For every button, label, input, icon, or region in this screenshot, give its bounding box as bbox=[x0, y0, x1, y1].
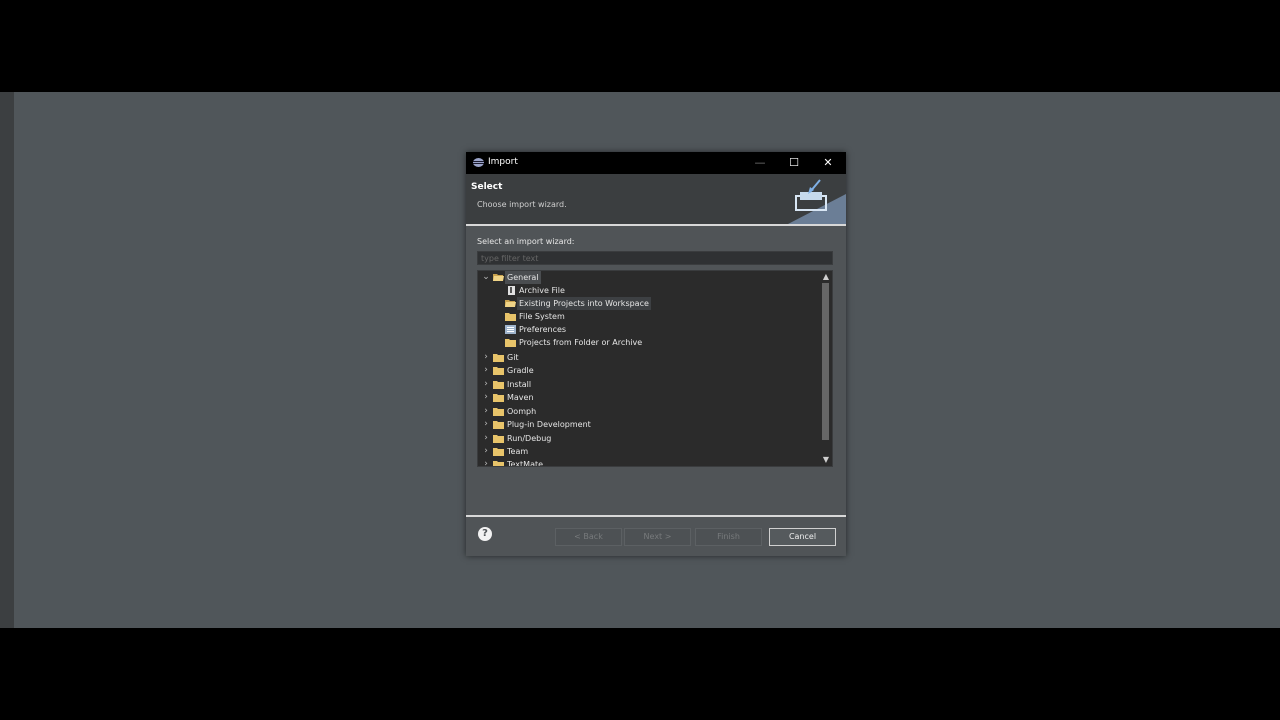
folder-icon bbox=[493, 448, 504, 456]
cancel-button[interactable]: Cancel bbox=[769, 528, 836, 546]
scroll-up-icon[interactable]: ▲ bbox=[820, 271, 832, 283]
chevron-right-icon[interactable]: › bbox=[481, 405, 491, 418]
folder-icon bbox=[505, 313, 516, 321]
tree-item-run-debug[interactable]: › Run/Debug bbox=[478, 432, 820, 445]
close-button[interactable]: ✕ bbox=[811, 152, 845, 174]
wizard-banner: Select Choose import wizard. bbox=[466, 174, 846, 224]
workbench-left-edge bbox=[0, 92, 14, 628]
tree-item-label: Install bbox=[507, 380, 532, 389]
tree-item-label: General bbox=[505, 271, 541, 284]
banner-separator bbox=[466, 224, 846, 226]
wizard-page-description: Choose import wizard. bbox=[477, 200, 567, 209]
help-button[interactable]: ? bbox=[478, 527, 492, 541]
chevron-right-icon[interactable]: › bbox=[481, 364, 491, 377]
tree-item-gradle[interactable]: › Gradle bbox=[478, 364, 820, 377]
folder-icon bbox=[493, 367, 504, 375]
tree-item-archive-file[interactable]: Archive File bbox=[478, 284, 820, 297]
wizard-tree[interactable]: ⌄ General Archive File Existing Projects… bbox=[477, 270, 833, 467]
chevron-right-icon[interactable]: › bbox=[481, 391, 491, 404]
eclipse-app-icon bbox=[473, 158, 484, 167]
finish-button[interactable]: Finish bbox=[695, 528, 762, 546]
tree-item-team[interactable]: › Team bbox=[478, 445, 820, 458]
tree-item-label: Team bbox=[507, 447, 529, 456]
tree-item-general[interactable]: ⌄ General bbox=[478, 271, 820, 284]
tree-item-oomph[interactable]: › Oomph bbox=[478, 405, 820, 418]
tree-item-existing-projects[interactable]: Existing Projects into Workspace bbox=[478, 297, 820, 310]
folder-icon bbox=[493, 408, 504, 416]
filter-label: Select an import wizard: bbox=[477, 237, 575, 246]
tree-item-label: Maven bbox=[507, 393, 534, 402]
chevron-right-icon[interactable]: › bbox=[481, 418, 491, 431]
tree-item-install[interactable]: › Install bbox=[478, 378, 820, 391]
scroll-down-icon[interactable]: ▼ bbox=[820, 454, 832, 466]
tree-item-label: Archive File bbox=[519, 286, 565, 295]
tree-item-label: Oomph bbox=[507, 407, 537, 416]
filter-text-input[interactable] bbox=[477, 251, 833, 265]
archive-file-icon bbox=[508, 286, 515, 295]
chevron-right-icon[interactable]: › bbox=[481, 351, 491, 364]
folder-icon bbox=[493, 394, 504, 402]
minimize-button[interactable]: — bbox=[743, 152, 777, 174]
folder-icon bbox=[493, 421, 504, 429]
tree-item-label: Plug-in Development bbox=[507, 420, 591, 429]
folder-icon bbox=[493, 354, 504, 362]
next-button[interactable]: Next > bbox=[624, 528, 691, 546]
import-dialog: Import — ☐ ✕ Select Choose import wizard… bbox=[466, 152, 846, 556]
folder-icon bbox=[493, 461, 504, 466]
import-wizard-banner-icon bbox=[788, 179, 846, 224]
tree-item-projects-from-folder[interactable]: Projects from Folder or Archive bbox=[478, 336, 820, 349]
tree-item-label: Projects from Folder or Archive bbox=[519, 338, 643, 347]
folder-open-icon bbox=[493, 274, 504, 281]
maximize-button[interactable]: ☐ bbox=[777, 152, 811, 174]
tree-item-label: Existing Projects into Workspace bbox=[517, 297, 651, 310]
folder-icon bbox=[493, 435, 504, 443]
tree-item-preferences[interactable]: Preferences bbox=[478, 323, 820, 336]
tree-item-label: Preferences bbox=[519, 325, 567, 334]
tree-item-label: File System bbox=[519, 312, 565, 321]
tree-item-textmate[interactable]: › TextMate bbox=[478, 458, 820, 467]
projects-folder-icon bbox=[505, 300, 516, 307]
wizard-page-title: Select bbox=[471, 182, 503, 192]
tree-item-label: Gradle bbox=[507, 366, 534, 375]
scrollbar-thumb[interactable] bbox=[822, 283, 829, 440]
folder-icon bbox=[493, 381, 504, 389]
footer-separator bbox=[466, 515, 846, 517]
dialog-title: Import bbox=[488, 157, 518, 167]
preferences-icon bbox=[505, 325, 516, 334]
chevron-right-icon[interactable]: › bbox=[481, 378, 491, 391]
tree-item-file-system[interactable]: File System bbox=[478, 310, 820, 323]
tree-item-git[interactable]: › Git bbox=[478, 351, 820, 364]
tree-item-label: TextMate bbox=[507, 460, 544, 467]
chevron-down-icon[interactable]: ⌄ bbox=[481, 271, 491, 284]
tree-item-plugin-development[interactable]: › Plug-in Development bbox=[478, 418, 820, 431]
dialog-titlebar[interactable]: Import — ☐ ✕ bbox=[466, 152, 846, 174]
chevron-right-icon[interactable]: › bbox=[481, 458, 491, 466]
tree-item-label: Git bbox=[507, 353, 519, 362]
tree-item-label: Run/Debug bbox=[507, 434, 552, 443]
chevron-right-icon[interactable]: › bbox=[481, 432, 491, 445]
tree-item-maven[interactable]: › Maven bbox=[478, 391, 820, 404]
tree-scrollbar[interactable]: ▲ ▼ bbox=[820, 271, 832, 466]
folder-icon bbox=[505, 339, 516, 347]
back-button[interactable]: < Back bbox=[555, 528, 622, 546]
chevron-right-icon[interactable]: › bbox=[481, 445, 491, 458]
